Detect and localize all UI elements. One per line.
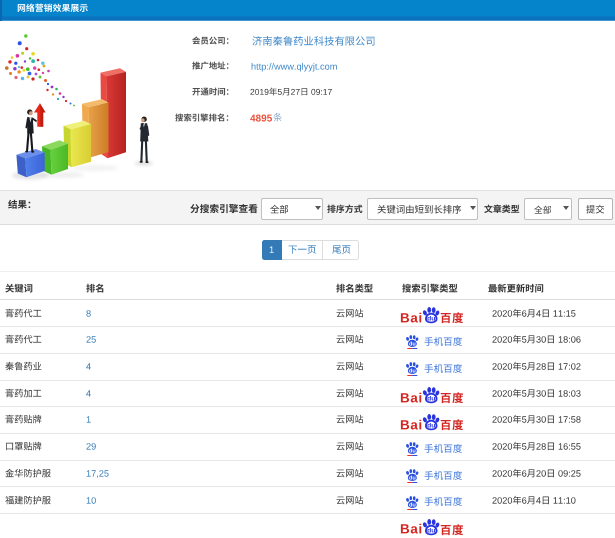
svg-text:du: du — [409, 369, 416, 375]
svg-text:du: du — [409, 476, 416, 482]
svg-text:du: du — [409, 342, 416, 348]
svg-text:du: du — [409, 502, 416, 508]
svg-text:du: du — [427, 396, 435, 403]
svg-text:du: du — [427, 527, 435, 534]
svg-text:du: du — [427, 316, 435, 323]
svg-text:du: du — [427, 422, 435, 429]
svg-text:du: du — [409, 449, 416, 455]
